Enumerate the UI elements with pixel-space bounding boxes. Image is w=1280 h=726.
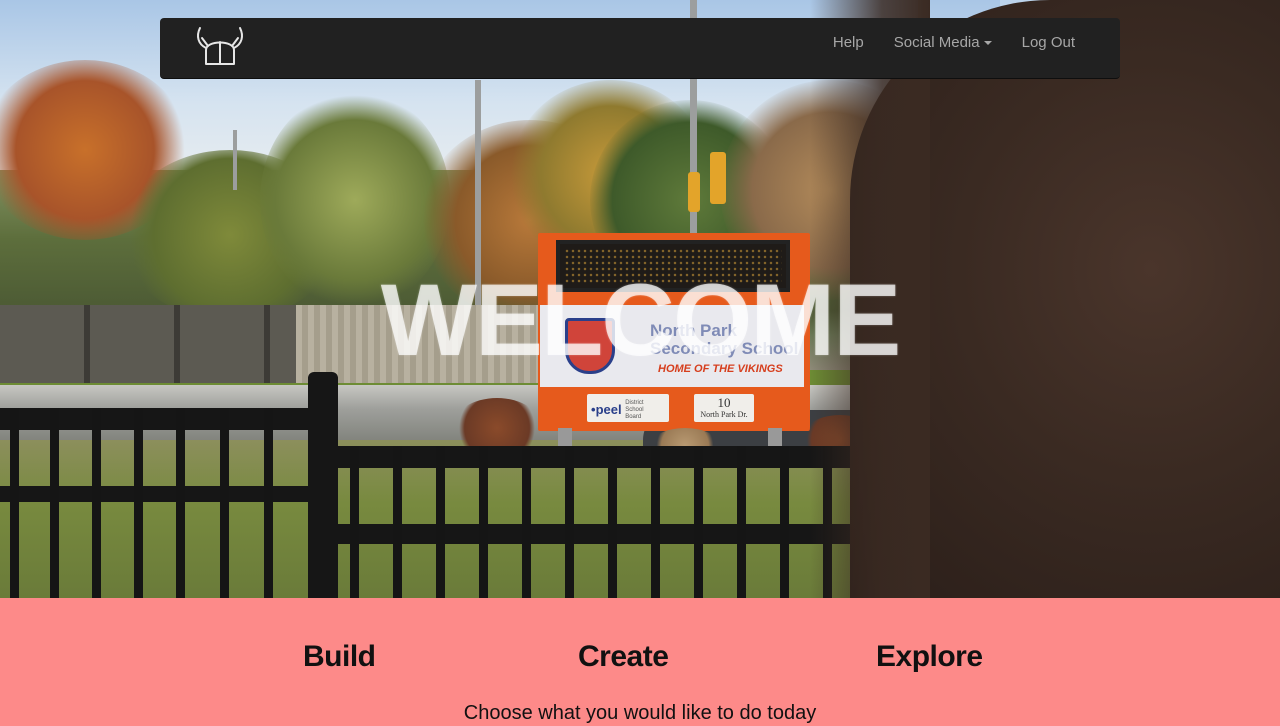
traffic-light — [710, 152, 726, 204]
build-link[interactable]: Build — [303, 640, 376, 674]
sign-board-logo: •peel District School Board — [587, 394, 669, 422]
traffic-light — [688, 172, 700, 212]
iron-fence-bar — [737, 446, 746, 598]
viking-helmet-icon-svg — [197, 27, 243, 65]
iron-fence-bar — [651, 446, 660, 598]
iron-fence-bar — [780, 446, 789, 598]
iron-fence-bar — [393, 446, 402, 598]
iron-fence-bar — [522, 446, 531, 598]
nav-logout-link[interactable]: Log Out — [1007, 18, 1090, 79]
iron-fence-bar — [479, 446, 488, 598]
nav-social-media-label: Social Media — [893, 34, 980, 51]
caret-down-icon — [983, 41, 992, 46]
viking-helmet-icon[interactable] — [194, 24, 246, 70]
iron-fence-bar — [134, 408, 143, 598]
create-link[interactable]: Create — [578, 640, 669, 674]
sign-board-sub: District School Board — [625, 400, 644, 420]
welcome-heading: WELCOME — [380, 263, 902, 377]
iron-fence-post — [308, 372, 338, 598]
nav-menu: Help Social Media Log Out — [818, 18, 1090, 79]
hero-banner: North Park Secondary School HOME OF THE … — [0, 0, 1280, 598]
explore-link[interactable]: Explore — [876, 640, 983, 674]
nav-help-label: Help — [832, 34, 864, 51]
iron-fence-bar — [350, 446, 359, 598]
nav-help-link[interactable]: Help — [818, 18, 879, 79]
nav-social-media-dropdown[interactable]: Social Media — [879, 18, 1007, 79]
sign-address-number: 10 — [717, 395, 731, 410]
sign-address: 10 North Park Dr. — [694, 394, 754, 422]
sign-address-street: North Park Dr. — [700, 410, 748, 419]
iron-fence-bar — [264, 408, 273, 598]
nav-logout-label: Log Out — [1021, 34, 1075, 51]
iron-fence-bar — [92, 408, 101, 598]
light-pole — [233, 130, 237, 190]
iron-fence-bar — [436, 446, 445, 598]
iron-fence-bar — [565, 446, 574, 598]
navbar: Help Social Media Log Out — [160, 18, 1120, 79]
iron-fence-bar — [608, 446, 617, 598]
iron-fence-bar — [50, 408, 59, 598]
iron-fence-bar — [176, 408, 185, 598]
actions-tagline: Choose what you would like to do today — [463, 702, 817, 724]
iron-fence-bar — [220, 408, 229, 598]
sign-board: peel — [595, 401, 622, 417]
iron-fence-bar — [694, 446, 703, 598]
iron-fence-bar — [10, 408, 19, 598]
